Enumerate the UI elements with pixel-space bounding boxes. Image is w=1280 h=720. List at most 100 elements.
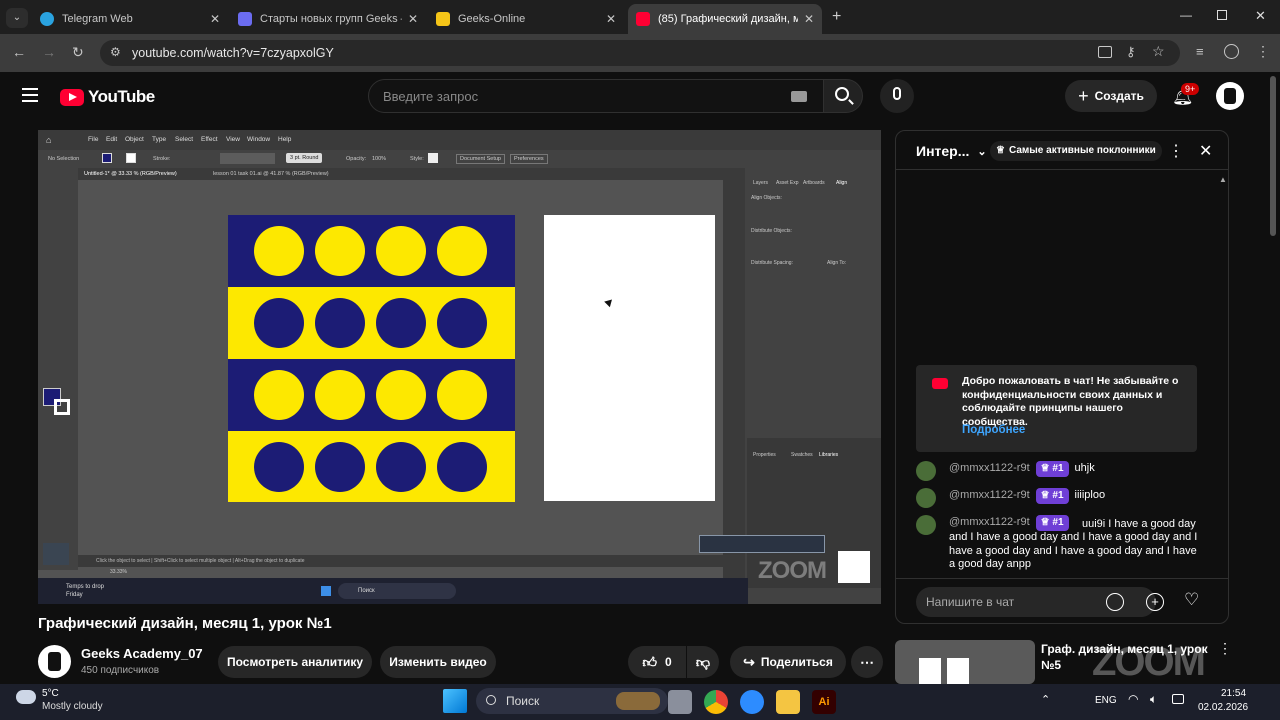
- search-button[interactable]: [823, 79, 863, 113]
- avatar[interactable]: [916, 515, 936, 535]
- weather-icon[interactable]: [16, 690, 36, 704]
- back-icon[interactable]: ←: [12, 44, 26, 60]
- zoom-app-icon[interactable]: [740, 690, 764, 714]
- tab-media-icon[interactable]: ≡: [1196, 44, 1204, 59]
- minimize-icon[interactable]: —: [1180, 8, 1192, 22]
- browser-tab-youtube[interactable]: (85) Графический дизайн, мес ✕: [628, 4, 822, 34]
- battery-icon[interactable]: [1172, 694, 1184, 704]
- password-key-icon[interactable]: ⚷: [1126, 44, 1136, 60]
- dot: [376, 442, 426, 492]
- hamburger-menu-icon[interactable]: [22, 88, 38, 102]
- ai-artboard-right: [544, 215, 715, 501]
- learn-more-link[interactable]: Подробнее: [962, 424, 1025, 436]
- add-icon[interactable]: +: [1146, 593, 1164, 611]
- taskbar-search[interactable]: Поиск: [476, 688, 668, 714]
- dislike-button[interactable]: 👎︎: [687, 646, 719, 678]
- close-tab-icon[interactable]: ✕: [606, 12, 616, 26]
- heart-icon[interactable]: ♡: [1184, 590, 1199, 610]
- maximize-icon[interactable]: [1217, 10, 1227, 20]
- page-scrollbar[interactable]: [1270, 76, 1276, 236]
- install-app-icon[interactable]: [1098, 46, 1112, 58]
- chat-mode-dropdown[interactable]: Интер... ⌄: [916, 143, 987, 159]
- top-fans-button[interactable]: ♕ Самые активные поклонники: [990, 141, 1162, 161]
- chat-message: @mmxx1122-r9t ♕ #1 uhjk: [916, 461, 1196, 481]
- file-explorer-icon[interactable]: [776, 690, 800, 714]
- clock-time[interactable]: 21:54: [1221, 688, 1246, 699]
- related-video-thumbnail[interactable]: [895, 640, 1035, 684]
- voice-search-button[interactable]: [880, 79, 914, 113]
- close-chat-icon[interactable]: ✕: [1199, 141, 1212, 161]
- browser-tab-telegram[interactable]: Telegram Web ✕: [32, 4, 228, 34]
- search-icon: [835, 87, 849, 101]
- close-tab-icon[interactable]: ✕: [210, 12, 220, 26]
- inner-taskbar: Temps to drop Friday Поиск: [38, 578, 748, 604]
- chevron-down-icon: ⌄: [977, 146, 987, 158]
- geeks-logo-corner: [838, 551, 870, 583]
- wifi-icon[interactable]: ◠: [1128, 692, 1138, 706]
- related-more-icon[interactable]: ⋮: [1218, 640, 1232, 657]
- profile-icon[interactable]: [1224, 44, 1239, 59]
- channel-avatar[interactable]: [38, 645, 71, 678]
- keyboard-icon[interactable]: [791, 91, 807, 102]
- chrome-menu-icon[interactable]: ⋮: [1256, 43, 1270, 60]
- more-actions-button[interactable]: ⋯: [851, 646, 883, 678]
- dot: [437, 226, 487, 276]
- close-tab-icon[interactable]: ✕: [408, 12, 418, 26]
- edit-video-button[interactable]: Изменить видео: [380, 646, 496, 678]
- dot: [315, 298, 365, 348]
- search-input[interactable]: Введите запрос: [368, 79, 824, 113]
- ai-menu-object: Object: [125, 136, 144, 143]
- create-button[interactable]: + Создать: [1065, 80, 1157, 112]
- video-player[interactable]: ⌂ File Edit Object Type Select Effect Vi…: [38, 130, 881, 604]
- volume-icon[interactable]: 🔈︎: [1150, 692, 1157, 707]
- chrome-icon[interactable]: [704, 690, 728, 714]
- ai-menu-edit: Edit: [106, 136, 118, 143]
- site-info-icon[interactable]: ⚙: [110, 45, 121, 59]
- windows-start-icon[interactable]: [443, 689, 467, 713]
- notifications-badge: 9+: [1181, 83, 1200, 95]
- reload-icon[interactable]: ↻: [72, 44, 84, 61]
- browser-tab-geeks-groups[interactable]: Старты новых групп Geeks — ✕: [230, 4, 426, 34]
- tray-chevron-icon[interactable]: ⌃: [1041, 693, 1050, 706]
- task-view-icon[interactable]: [668, 690, 692, 714]
- close-tab-icon[interactable]: ✕: [804, 12, 814, 26]
- clock-date[interactable]: 02.02.2026: [1198, 702, 1248, 713]
- youtube-logo[interactable]: YouTube: [60, 87, 155, 107]
- weather-condition: Mostly cloudy: [42, 701, 103, 712]
- emoji-icon[interactable]: [1106, 593, 1124, 611]
- ai-status-bar: Click the object to select | Shift+Click…: [78, 555, 723, 567]
- url-text: youtube.com/watch?v=7czyapxolGY: [132, 46, 334, 60]
- browser-tab-geeks-online[interactable]: Geeks-Online ✕: [428, 4, 624, 34]
- avatar[interactable]: [916, 461, 936, 481]
- thumbs-up-icon: 👍︎: [642, 653, 657, 670]
- chat-more-icon[interactable]: ⋮: [1168, 141, 1184, 161]
- dot: [376, 370, 426, 420]
- ai-menu-type: Type: [152, 136, 167, 143]
- geeks-groups-icon: [238, 12, 252, 26]
- dot: [254, 298, 304, 348]
- ai-zoom-level: 33.33%: [110, 569, 127, 575]
- chat-scrollbar[interactable]: ▲: [1219, 175, 1227, 184]
- related-zoom-watermark: ZOOM: [1092, 640, 1206, 684]
- language-indicator[interactable]: ENG: [1095, 695, 1117, 706]
- avatar[interactable]: [916, 488, 936, 508]
- close-window-icon[interactable]: ✕: [1255, 8, 1266, 24]
- analytics-button[interactable]: Посмотреть аналитику: [218, 646, 372, 678]
- plus-icon: +: [1078, 85, 1089, 106]
- channel-name[interactable]: Geeks Academy_07: [81, 646, 203, 661]
- stroke-swatch: [126, 153, 136, 163]
- address-bar[interactable]: ⚙ youtube.com/watch?v=7czyapxolGY ⚷ ☆: [100, 40, 1180, 66]
- telegram-icon: [40, 12, 54, 26]
- share-icon: ↪: [743, 653, 755, 670]
- new-tab-icon[interactable]: +: [832, 8, 841, 26]
- illustrator-icon[interactable]: Ai: [812, 690, 836, 714]
- like-button[interactable]: 👍︎ 0: [628, 646, 686, 678]
- share-button[interactable]: ↪ Поделиться: [730, 646, 846, 678]
- ai-menu-effect: Effect: [201, 136, 218, 143]
- forward-icon[interactable]: →: [42, 44, 56, 60]
- bookmark-star-icon[interactable]: ☆: [1152, 43, 1165, 60]
- avatar[interactable]: [1216, 82, 1244, 110]
- video-title: Графический дизайн, месяц 1, урок №1: [38, 615, 332, 632]
- tab-search-dropdown[interactable]: ⌄: [6, 8, 28, 28]
- geeks-online-icon: [436, 12, 450, 26]
